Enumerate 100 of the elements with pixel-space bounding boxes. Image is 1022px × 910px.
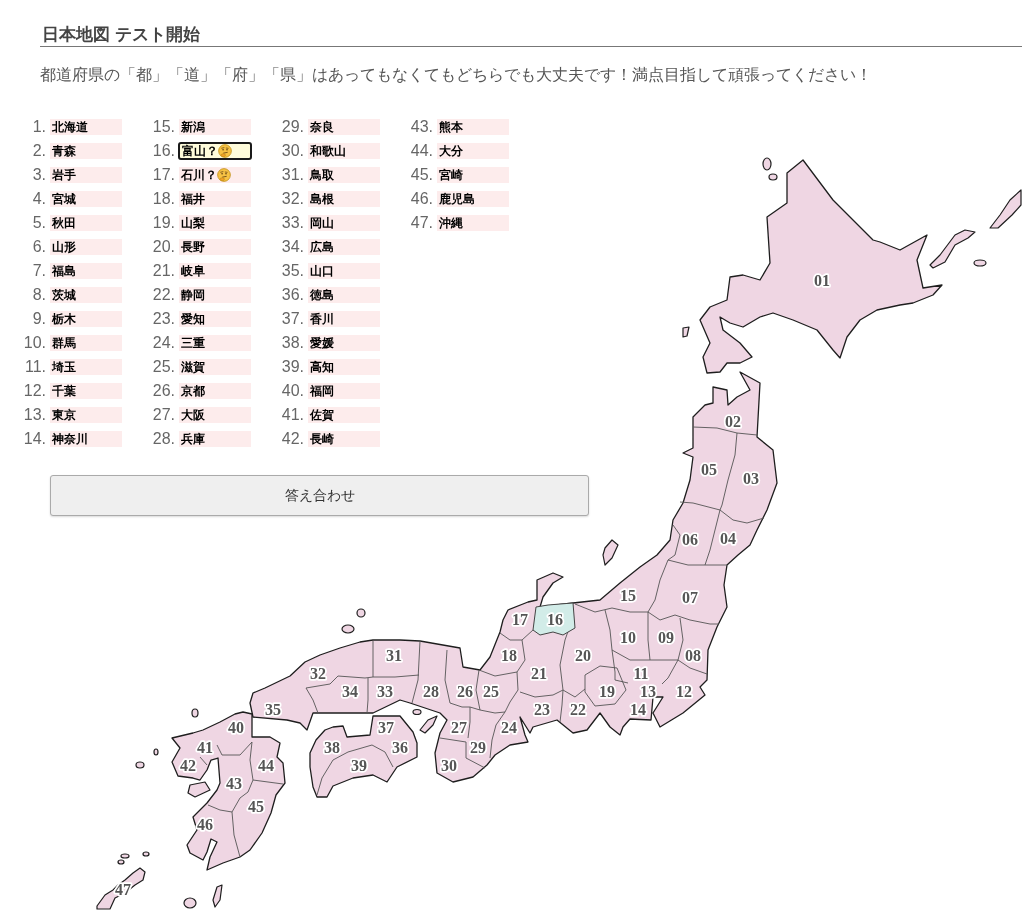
map-number-label: 24 bbox=[501, 718, 517, 736]
item-number: 4. bbox=[31, 190, 46, 208]
item-number: 45. bbox=[409, 166, 433, 184]
answer-field[interactable]: 山口 bbox=[308, 263, 380, 279]
item-number: 35. bbox=[280, 262, 304, 280]
item-number: 1. bbox=[31, 118, 46, 136]
answer-field[interactable]: 岐阜 bbox=[179, 263, 251, 279]
answer-field[interactable]: 埼玉 bbox=[50, 359, 122, 375]
answer-field[interactable]: 兵庫 bbox=[179, 431, 251, 447]
answer-field[interactable]: 長野 bbox=[179, 239, 251, 255]
answer-field[interactable]: 千葉 bbox=[50, 383, 122, 399]
answer-field[interactable]: 静岡 bbox=[179, 287, 251, 303]
answer-field[interactable]: 三重 bbox=[179, 335, 251, 351]
map-number-label: 27 bbox=[451, 718, 467, 736]
island-shape bbox=[212, 884, 223, 908]
answer-field[interactable]: 宮城 bbox=[50, 191, 122, 207]
answer-field[interactable]: 東京 bbox=[50, 407, 122, 423]
answer-field[interactable]: 福井 bbox=[179, 191, 251, 207]
answer-field[interactable]: 栃木 bbox=[50, 311, 122, 327]
answer-field[interactable]: 鳥取 bbox=[308, 167, 380, 183]
item-number: 26. bbox=[151, 382, 175, 400]
map-number-label: 18 bbox=[501, 646, 517, 664]
check-answers-button[interactable]: 答え合わせ bbox=[50, 475, 589, 516]
map-number-label: 40 bbox=[228, 718, 244, 736]
answer-field[interactable]: 秋田 bbox=[50, 215, 122, 231]
map-number-label: 13 bbox=[640, 682, 656, 700]
map-number-label: 29 bbox=[470, 738, 486, 756]
answer-field[interactable]: 北海道 bbox=[50, 119, 122, 135]
answer-field[interactable]: 滋賀 bbox=[179, 359, 251, 375]
answer-field[interactable]: 奈良 bbox=[308, 119, 380, 135]
answer-field[interactable]: 熊本 bbox=[437, 119, 509, 135]
answer-field[interactable]: 沖縄 bbox=[437, 215, 509, 231]
item-number: 19. bbox=[151, 214, 175, 232]
item-number: 7. bbox=[31, 262, 46, 280]
answer-field[interactable]: 福岡 bbox=[308, 383, 380, 399]
item-number: 8. bbox=[31, 286, 46, 304]
answer-field[interactable]: 山形 bbox=[50, 239, 122, 255]
answer-field[interactable]: 神奈川 bbox=[50, 431, 122, 447]
item-number: 30. bbox=[280, 142, 304, 160]
map-number-label: 35 bbox=[265, 700, 281, 718]
answer-field[interactable]: 和歌山 bbox=[308, 143, 380, 159]
answer-field[interactable]: 島根 bbox=[308, 191, 380, 207]
answer-field[interactable]: 福島 bbox=[50, 263, 122, 279]
answer-field[interactable]: 鹿児島 bbox=[437, 191, 509, 207]
map-number-label: 05 bbox=[701, 460, 717, 478]
answer-field[interactable]: 徳島 bbox=[308, 287, 380, 303]
map-number-label: 09 bbox=[658, 628, 674, 646]
map-number-label: 19 bbox=[599, 682, 615, 700]
map-number-label: 06 bbox=[682, 530, 698, 548]
answer-field[interactable]: 愛媛 bbox=[308, 335, 380, 351]
map-number-label: 07 bbox=[682, 588, 698, 606]
map-number-label: 38 bbox=[324, 738, 340, 756]
map-number-label: 45 bbox=[248, 797, 264, 815]
map-number-label: 34 bbox=[342, 682, 358, 700]
item-number: 32. bbox=[280, 190, 304, 208]
answer-field[interactable]: 大分 bbox=[437, 143, 509, 159]
map-number-label: 04 bbox=[720, 529, 736, 547]
item-number: 6. bbox=[31, 238, 46, 256]
item-number: 15. bbox=[151, 118, 175, 136]
answer-field[interactable]: 香川 bbox=[308, 311, 380, 327]
answer-field[interactable]: 群馬 bbox=[50, 335, 122, 351]
item-number: 37. bbox=[280, 310, 304, 328]
answer-field[interactable]: 高知 bbox=[308, 359, 380, 375]
answer-field[interactable]: 岡山 bbox=[308, 215, 380, 231]
answer-field[interactable]: 京都 bbox=[179, 383, 251, 399]
item-number: 14. bbox=[22, 430, 46, 448]
answer-field[interactable]: 青森 bbox=[50, 143, 122, 159]
answer-field[interactable]: 茨城 bbox=[50, 287, 122, 303]
item-number: 28. bbox=[151, 430, 175, 448]
answer-field[interactable]: 広島 bbox=[308, 239, 380, 255]
answer-field[interactable]: 佐賀 bbox=[308, 407, 380, 423]
map-number-label: 23 bbox=[534, 700, 550, 718]
map-number-label: 01 bbox=[814, 271, 830, 289]
answer-field[interactable]: 富山？ bbox=[178, 142, 252, 160]
item-number: 36. bbox=[280, 286, 304, 304]
answer-field[interactable]: 大阪 bbox=[179, 407, 251, 423]
answer-field[interactable]: 石川？ bbox=[179, 167, 251, 183]
item-number: 42. bbox=[280, 430, 304, 448]
map-number-label: 08 bbox=[685, 646, 701, 664]
item-number: 47. bbox=[409, 214, 433, 232]
island-shape bbox=[183, 897, 197, 909]
map-number-label: 15 bbox=[620, 586, 636, 604]
map-number-label: 14 bbox=[630, 700, 646, 718]
item-number: 25. bbox=[151, 358, 175, 376]
answer-field[interactable]: 宮崎 bbox=[437, 167, 509, 183]
answer-field[interactable]: 岩手 bbox=[50, 167, 122, 183]
answer-field[interactable]: 長崎 bbox=[308, 431, 380, 447]
item-number: 33. bbox=[280, 214, 304, 232]
item-number: 24. bbox=[151, 334, 175, 352]
map-number-label: 31 bbox=[386, 646, 402, 664]
item-number: 16. bbox=[151, 142, 175, 160]
map-number-label: 22 bbox=[570, 700, 586, 718]
answer-field[interactable]: 愛知 bbox=[179, 311, 251, 327]
map-number-label: 44 bbox=[258, 756, 274, 774]
item-number: 46. bbox=[409, 190, 433, 208]
answer-field[interactable]: 山梨 bbox=[179, 215, 251, 231]
answer-field[interactable]: 新潟 bbox=[179, 119, 251, 135]
map-number-label: 32 bbox=[310, 664, 326, 682]
map-number-label: 37 bbox=[378, 718, 394, 736]
map-number-label: 41 bbox=[197, 738, 213, 756]
